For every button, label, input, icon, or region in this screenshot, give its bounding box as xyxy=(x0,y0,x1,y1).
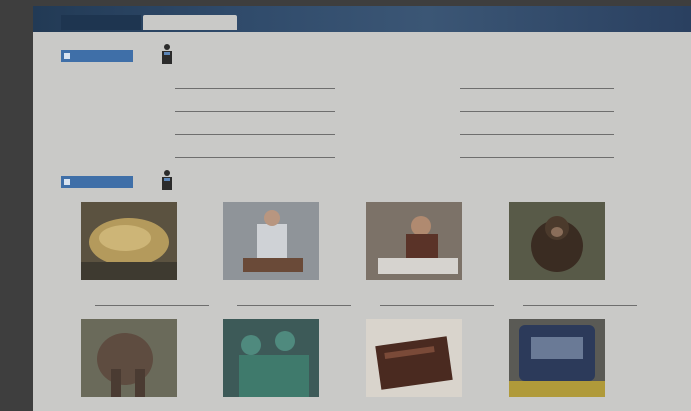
exercise-marker-icon xyxy=(64,53,70,59)
exercise-marker-icon xyxy=(64,179,70,185)
exercise-1-label xyxy=(61,50,133,62)
photo-machine xyxy=(509,319,605,397)
header-tab-unit xyxy=(61,15,141,30)
exercise-2-label xyxy=(61,176,133,188)
worksheet-page xyxy=(33,6,691,411)
listening-person-icon xyxy=(161,170,173,190)
photo-chimpanzee xyxy=(509,202,605,280)
photo-crepe xyxy=(81,202,177,280)
photo-surgeons xyxy=(223,319,319,397)
photo-elephant xyxy=(81,319,177,397)
listening-person-icon xyxy=(161,44,173,64)
photo-woman-eating xyxy=(366,202,462,280)
photo-chocolate-cake xyxy=(366,319,462,397)
photo-chef xyxy=(223,202,319,280)
header-tab-section xyxy=(143,15,237,30)
header-bar xyxy=(33,6,691,32)
